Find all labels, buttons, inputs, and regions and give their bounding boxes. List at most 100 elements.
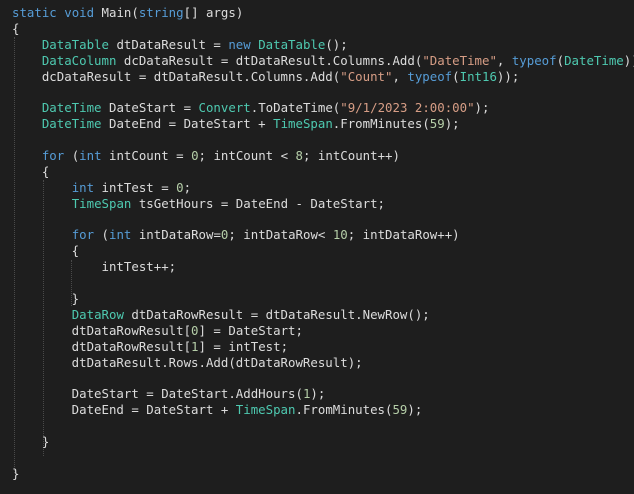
code-token: ] = intTest; xyxy=(198,338,289,354)
code-token: Main( xyxy=(94,5,139,20)
code-token: TimeSpan xyxy=(235,402,296,418)
code-line[interactable] xyxy=(12,370,634,386)
code-line[interactable]: DateTime DateStart = Convert.ToDateTime(… xyxy=(12,100,634,116)
code-token: 8 xyxy=(295,148,303,164)
code-token: ; intDataRow< xyxy=(228,227,333,243)
code-line[interactable]: dtDataRowResult[1] = intTest; xyxy=(12,339,634,355)
code-line[interactable]: DateTime DateEnd = DateStart + TimeSpan.… xyxy=(12,116,634,132)
code-line[interactable] xyxy=(12,418,634,434)
code-line[interactable]: } xyxy=(12,434,634,450)
code-editor[interactable]: static void Main(string[] args){ DataTab… xyxy=(0,0,634,494)
code-token: { xyxy=(12,243,80,259)
code-token: static xyxy=(12,5,57,20)
code-token: dtDataRowResult[ xyxy=(12,322,192,338)
code-token: DateStart = xyxy=(101,100,199,116)
code-line[interactable]: DataTable dtDataResult = new DataTable()… xyxy=(12,37,634,53)
code-token: typeof xyxy=(511,52,557,68)
code-token: [] args) xyxy=(183,5,244,20)
code-line[interactable]: { xyxy=(12,21,634,37)
code-lines[interactable]: static void Main(string[] args){ DataTab… xyxy=(12,5,634,482)
code-line[interactable] xyxy=(12,450,634,466)
code-token: ); xyxy=(474,100,490,116)
code-line[interactable]: DataColumn dcDataResult = dtDataResult.C… xyxy=(12,53,634,69)
code-token: 0 xyxy=(191,148,199,164)
code-line[interactable]: intTest++; xyxy=(12,259,634,275)
code-token: , xyxy=(392,68,408,84)
code-token: dtDataRowResult[ xyxy=(12,338,192,354)
code-token: Convert xyxy=(198,100,251,116)
code-line[interactable]: static void Main(string[] args) xyxy=(12,5,634,21)
code-line[interactable]: DataRow dtDataRowResult = dtDataResult.N… xyxy=(12,307,634,323)
code-token: int xyxy=(109,227,132,243)
code-token: tsGetHours = DateEnd - DateStart; xyxy=(131,195,386,211)
code-token: TimeSpan xyxy=(273,116,333,132)
code-token: int xyxy=(79,148,102,164)
code-line[interactable]: } xyxy=(12,291,634,307)
code-token: .FromMinutes( xyxy=(295,402,393,418)
code-token: DateTime xyxy=(564,52,624,68)
code-token: ; intCount++) xyxy=(303,148,400,164)
code-token: ( xyxy=(64,148,80,164)
code-token: DateTime xyxy=(41,116,102,132)
code-token: "Count" xyxy=(340,68,393,84)
code-line[interactable]: for (int intDataRow=0; intDataRow< 10; i… xyxy=(12,227,634,243)
code-token: DataTable xyxy=(258,36,326,52)
code-token: intTest++; xyxy=(12,259,177,275)
code-token: 10 xyxy=(332,227,348,243)
code-token: ; intDataRow++) xyxy=(347,227,460,243)
code-token: DataColumn xyxy=(41,52,117,68)
code-token: dcDataResult = dtDataResult.Columns.Add( xyxy=(116,52,423,68)
code-token: typeof xyxy=(407,68,453,84)
code-line[interactable]: for (int intCount = 0; intCount < 8; int… xyxy=(12,148,634,164)
code-token: int xyxy=(71,179,95,195)
code-line[interactable]: } xyxy=(12,466,634,482)
code-line[interactable]: dtDataRowResult[0] = DateStart; xyxy=(12,323,634,339)
code-token: .ToDateTime( xyxy=(250,100,341,116)
code-token: )); xyxy=(496,68,520,84)
code-line[interactable]: { xyxy=(12,164,634,180)
code-line[interactable] xyxy=(12,132,634,148)
code-line[interactable] xyxy=(12,275,634,291)
code-token: dcDataResult = dtDataResult.Columns.Add( xyxy=(12,68,341,84)
code-line[interactable]: DateEnd = DateStart + TimeSpan.FromMinut… xyxy=(12,402,634,418)
code-token: 1 xyxy=(191,338,199,354)
code-token: { xyxy=(12,20,20,36)
code-token: DataRow xyxy=(71,306,124,322)
code-token: intDataRow= xyxy=(131,227,221,243)
code-token: 59 xyxy=(429,116,445,132)
code-line[interactable]: dtDataResult.Rows.Add(dtDataRowResult); xyxy=(12,355,634,371)
code-token: dtDataResult.Rows.Add(dtDataRowResult); xyxy=(12,354,363,370)
code-token: for xyxy=(71,227,95,243)
code-token: for xyxy=(41,148,65,164)
code-line[interactable]: TimeSpan tsGetHours = DateEnd - DateStar… xyxy=(12,196,634,212)
code-line[interactable]: dcDataResult = dtDataResult.Columns.Add(… xyxy=(12,69,634,85)
code-token: dtDataRowResult = dtDataResult.NewRow(); xyxy=(123,306,430,322)
code-token: DataTable xyxy=(41,36,109,52)
code-line[interactable]: { xyxy=(12,243,634,259)
code-token: )); xyxy=(623,52,634,68)
code-line[interactable] xyxy=(12,212,634,228)
code-token: ; intCount < xyxy=(198,148,296,164)
code-token: , xyxy=(496,52,512,68)
code-token: ); xyxy=(310,386,326,402)
code-token: } xyxy=(12,291,80,307)
code-token: ); xyxy=(444,116,460,132)
code-token: intTest = xyxy=(94,179,177,195)
code-line[interactable] xyxy=(12,84,634,100)
code-token: ); xyxy=(407,402,423,418)
code-token: } xyxy=(12,465,20,481)
code-line[interactable]: int intTest = 0; xyxy=(12,180,634,196)
code-token: new xyxy=(228,36,251,52)
code-line[interactable]: DateStart = DateStart.AddHours(1); xyxy=(12,386,634,402)
code-token: DateTime xyxy=(41,100,102,116)
code-token: TimeSpan xyxy=(71,195,132,211)
code-token: void xyxy=(64,5,95,20)
